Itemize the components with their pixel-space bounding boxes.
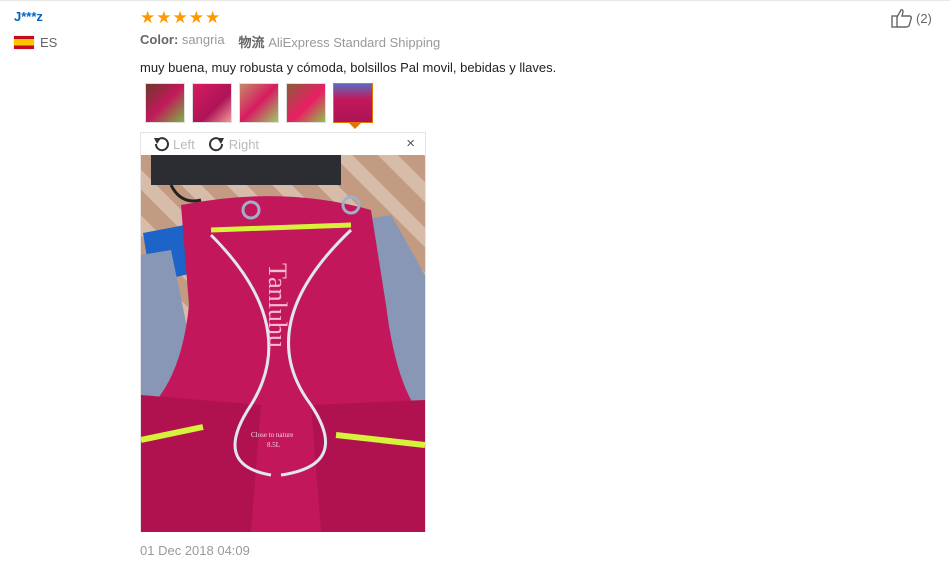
review-date: 01 Dec 2018 04:09: [140, 543, 250, 558]
spain-flag-icon: [14, 36, 34, 49]
star-icon: ★: [205, 7, 221, 27]
review-text: muy buena, muy robusta y cómoda, bolsill…: [140, 60, 557, 75]
review-photo[interactable]: Tanluhu Close to nature 8.5L: [141, 155, 425, 532]
image-viewer: Left Right × Tanluhu Close to nature 8.5…: [140, 132, 426, 532]
review-thumbnail[interactable]: [286, 83, 326, 123]
rotate-left-button[interactable]: Left: [151, 135, 195, 153]
thumbs-up-icon: [891, 9, 913, 28]
pack-tag-text: Close to nature: [251, 431, 293, 439]
order-attributes: Color: sangria 物流 AliExpress Standard Sh…: [140, 32, 840, 51]
review-thumbnail[interactable]: [145, 83, 185, 123]
pack-size-text: 8.5L: [267, 441, 280, 449]
rotate-right-button[interactable]: Right: [207, 135, 259, 153]
star-icon: ★: [188, 7, 204, 27]
star-rating: ★ ★ ★ ★ ★: [140, 8, 840, 26]
star-icon: ★: [140, 7, 156, 27]
top-divider: [0, 0, 950, 1]
reviewer-info: J***z ES: [14, 9, 57, 50]
review-thumbnail[interactable]: [192, 83, 232, 123]
star-icon: ★: [172, 7, 188, 27]
shipping-label: 物流: [238, 35, 265, 50]
review-thumbnails: [145, 83, 373, 129]
rotate-left-icon: [154, 137, 169, 152]
viewer-controls: Left Right: [141, 133, 425, 155]
brand-print: Tanluhu: [263, 263, 292, 348]
star-icon: ★: [156, 7, 172, 27]
color-value: sangria: [181, 32, 225, 47]
close-icon[interactable]: ×: [406, 136, 415, 151]
color-label: Color:: [140, 32, 179, 47]
rotate-right-label: Right: [228, 136, 260, 152]
rotate-left-label: Left: [173, 136, 195, 152]
review-thumbnail[interactable]: [239, 83, 279, 123]
rotate-right-icon: [208, 137, 224, 152]
shipping-value: AliExpress Standard Shipping: [268, 35, 441, 50]
reviewer-name[interactable]: J***z: [14, 9, 57, 27]
helpful-button[interactable]: (2): [891, 8, 932, 28]
reviewer-country: ES: [14, 35, 57, 50]
review-thumbnail-selected[interactable]: [333, 83, 373, 129]
helpful-count: (2): [916, 10, 932, 26]
review-content: ★ ★ ★ ★ ★ Color: sangria 物流 AliExpress S…: [140, 8, 840, 76]
hydration-vest-photo: Tanluhu Close to nature 8.5L: [141, 155, 425, 532]
country-code: ES: [40, 35, 58, 50]
